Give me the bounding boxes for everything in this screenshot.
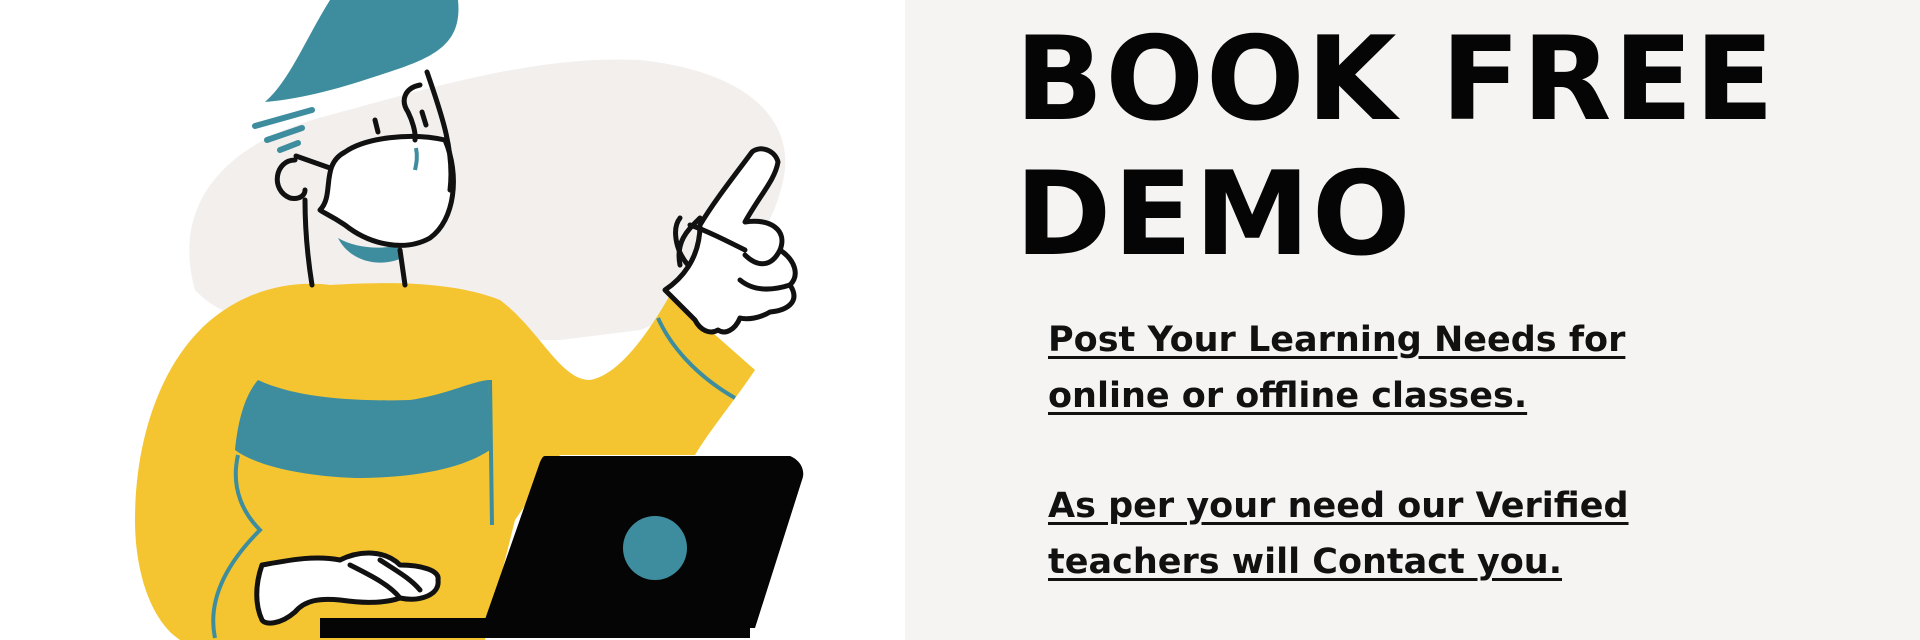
nose-accent bbox=[413, 147, 419, 171]
info-1-line-2: online or offline classes. bbox=[1048, 376, 1528, 416]
info-1-line-1: Post Your Learning Needs for bbox=[1048, 320, 1626, 360]
headline-line-1: BOOK FREE bbox=[1015, 12, 1776, 147]
info-2-line-2: teachers will Contact you. bbox=[1048, 542, 1563, 582]
page-title: BOOK FREE DEMO bbox=[1015, 12, 1895, 282]
headline-line-2: DEMO bbox=[1015, 147, 1413, 282]
person-at-laptop-illustration bbox=[135, 0, 804, 640]
illustration-panel bbox=[0, 0, 905, 640]
info-paragraph-verified-teachers: As per your need our Verified teachers w… bbox=[1048, 478, 1748, 590]
laptop-logo bbox=[623, 516, 687, 580]
sleeve-edge bbox=[488, 379, 494, 526]
info-2-line-1: As per your need our Verified bbox=[1048, 486, 1629, 526]
eye bbox=[372, 117, 381, 135]
info-paragraph-post-needs: Post Your Learning Needs for online or o… bbox=[1048, 312, 1748, 424]
promo-panel: BOOK FREE DEMO Post Your Learning Needs … bbox=[905, 0, 1920, 640]
